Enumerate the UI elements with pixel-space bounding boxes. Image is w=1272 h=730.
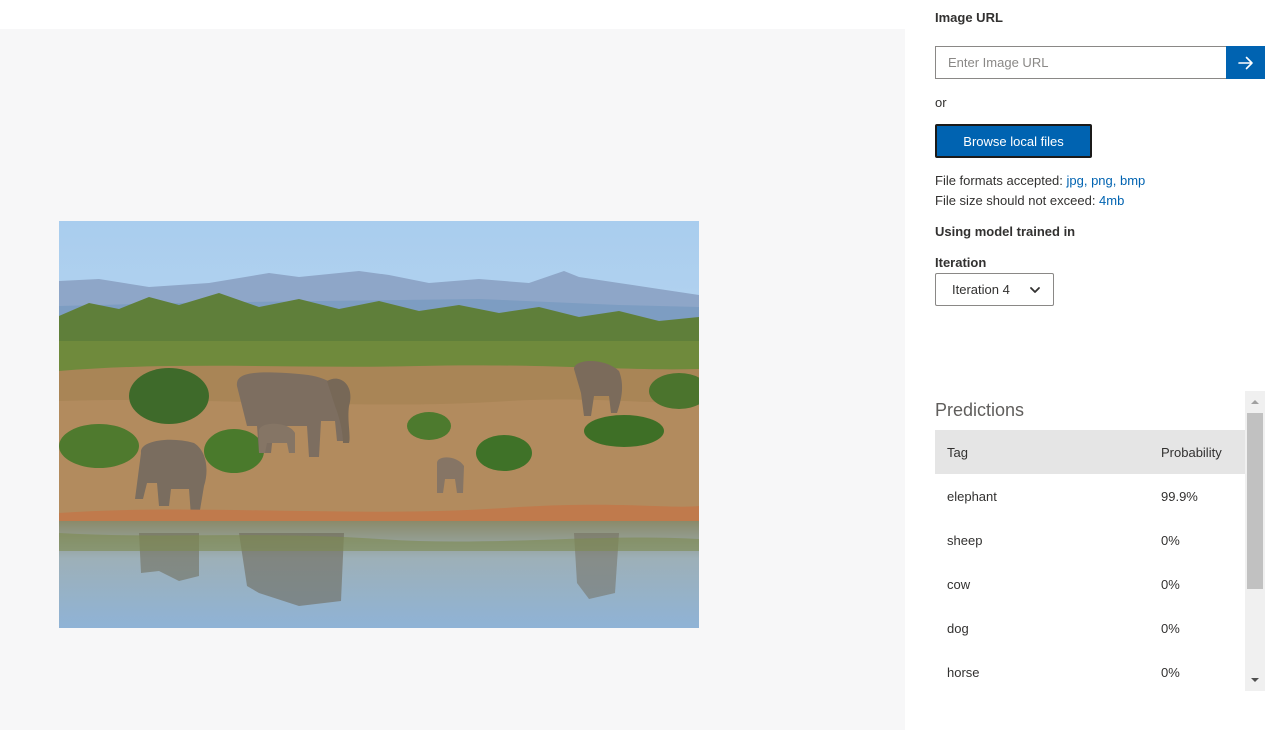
column-header-tag: Tag — [947, 444, 968, 460]
table-row: cow 0% — [935, 562, 1245, 606]
predictions-title: Predictions — [935, 400, 1025, 420]
tag-cell: sheep — [947, 532, 983, 548]
predictions-table: Tag Probability elephant 99.9% sheep 0% … — [935, 430, 1245, 694]
tag-cell: cow — [947, 576, 971, 592]
file-size-label: File size should not exceed: — [935, 193, 1100, 208]
arrow-right-icon — [1237, 56, 1253, 69]
or-separator: or — [935, 95, 947, 110]
probability-cell: 0% — [1161, 664, 1180, 680]
probability-cell: 0% — [1161, 532, 1180, 548]
scroll-down-arrow-icon[interactable] — [1245, 671, 1265, 689]
predictions-scrollbar[interactable] — [1245, 391, 1265, 691]
iteration-label: Iteration — [935, 255, 987, 270]
submit-url-button[interactable] — [1226, 46, 1265, 79]
uploaded-image-preview — [59, 221, 699, 628]
table-row: sheep 0% — [935, 518, 1245, 562]
probability-cell: 99.9% — [1161, 488, 1198, 504]
file-size-value: 4mb — [1099, 193, 1125, 208]
image-preview-pane — [0, 29, 905, 730]
iteration-dropdown[interactable]: Iteration 4 — [935, 273, 1054, 306]
model-label: Using model trained in — [935, 224, 1076, 239]
table-row: dog 0% — [935, 606, 1245, 650]
file-size-info: File size should not exceed: 4mb — [935, 193, 1124, 208]
file-formats-value: jpg, png, bmp — [1066, 173, 1146, 188]
table-header: Tag Probability — [935, 430, 1245, 474]
file-formats-info: File formats accepted: jpg, png, bmp — [935, 173, 1145, 188]
tag-cell: elephant — [947, 488, 997, 504]
probability-cell: 0% — [1161, 576, 1180, 592]
scrollbar-thumb[interactable] — [1247, 413, 1263, 589]
iteration-selected-value: Iteration 4 — [952, 282, 1010, 297]
column-header-probability: Probability — [1161, 444, 1222, 460]
prediction-panel: Image URL or Browse local files File for… — [935, 0, 1272, 730]
image-url-input[interactable] — [935, 46, 1226, 79]
table-row: elephant 99.9% — [935, 474, 1245, 518]
chevron-down-icon — [1030, 287, 1040, 293]
table-row: horse 0% — [935, 650, 1245, 694]
file-formats-label: File formats accepted: — [935, 173, 1067, 188]
tag-cell: dog — [947, 620, 969, 636]
url-input-row — [935, 46, 1265, 79]
scroll-up-arrow-icon[interactable] — [1245, 393, 1265, 411]
browse-local-files-button[interactable]: Browse local files — [935, 124, 1092, 158]
probability-cell: 0% — [1161, 620, 1180, 636]
image-url-label: Image URL — [935, 10, 1003, 25]
tag-cell: horse — [947, 664, 980, 680]
